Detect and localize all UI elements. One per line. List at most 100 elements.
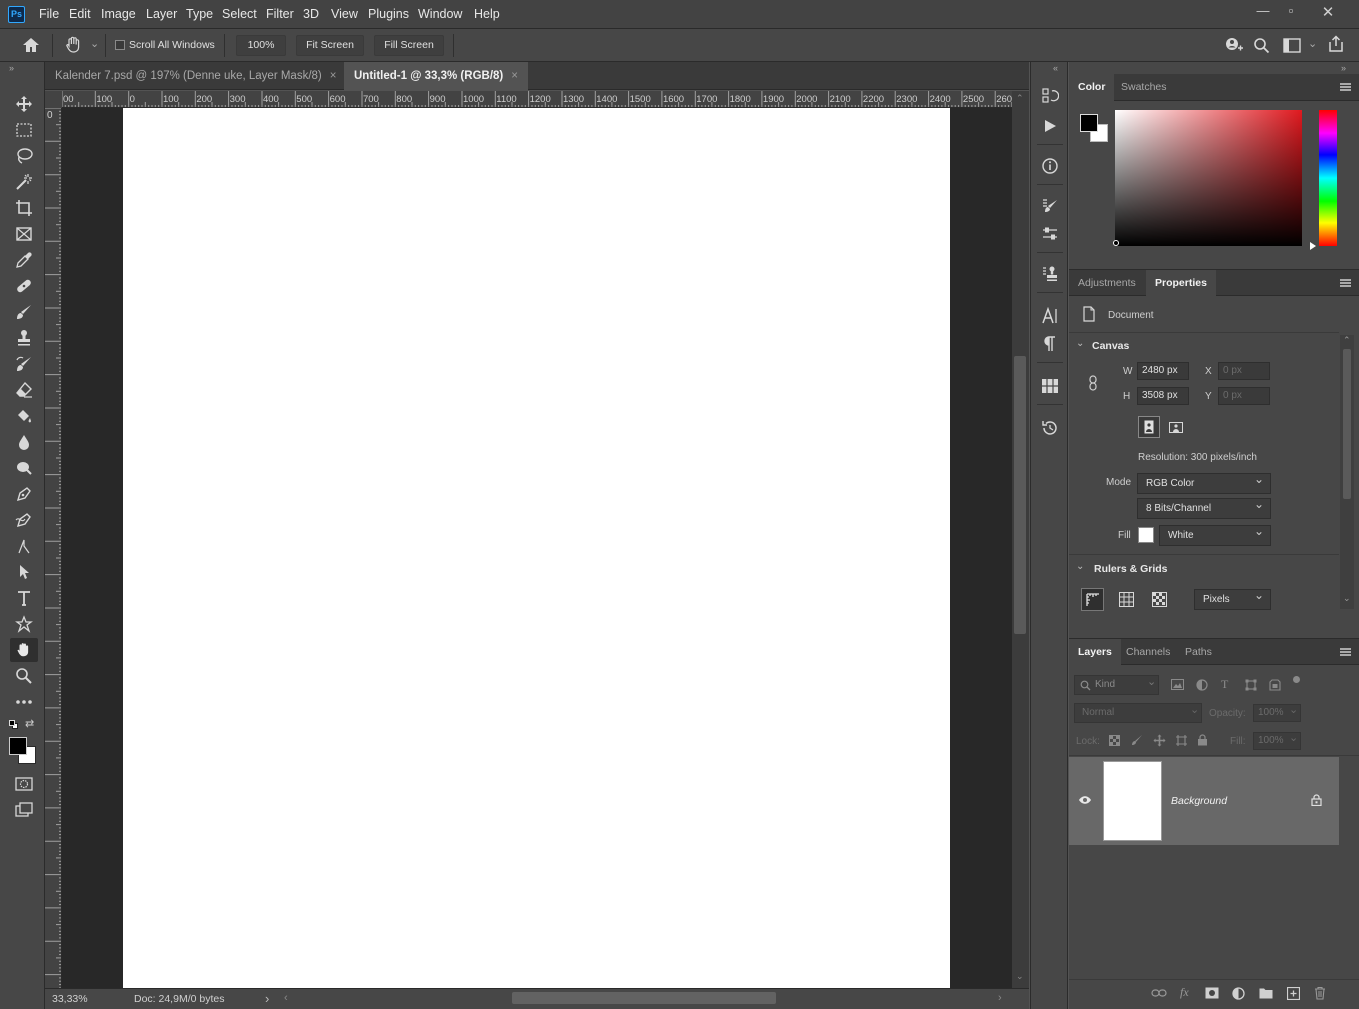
filter-shape-icon[interactable] — [1245, 679, 1257, 694]
hand-tool-icon[interactable] — [10, 638, 38, 662]
panel-menu-icon[interactable] — [1340, 279, 1351, 287]
menu-help[interactable]: Help — [474, 7, 500, 21]
workspace-chevron-down-icon[interactable]: ⌄ — [1308, 37, 1317, 50]
bit-depth-dropdown[interactable]: 8 Bits/Channel — [1137, 495, 1271, 519]
type-tool-icon[interactable] — [10, 586, 38, 610]
eraser-tool-icon[interactable] — [10, 378, 38, 402]
more-tools-icon[interactable] — [10, 690, 38, 714]
toggle-rulers-button[interactable] — [1081, 588, 1104, 611]
tab-adjustments[interactable]: Adjustments — [1069, 270, 1145, 297]
menu-select[interactable]: Select — [222, 7, 257, 21]
canvas-area[interactable] — [62, 108, 1012, 988]
document-canvas[interactable] — [123, 108, 950, 988]
rulers-collapse-chevron-icon[interactable]: ⌄ — [1076, 561, 1084, 572]
layer-filter-dropdown[interactable]: Kind ⌄ — [1074, 675, 1159, 695]
menu-type[interactable]: Type — [186, 7, 213, 21]
default-colors-icon[interactable] — [9, 720, 18, 729]
actions-play-icon[interactable] — [1037, 114, 1063, 138]
delete-layer-trash-icon[interactable] — [1314, 986, 1326, 1003]
canvas-section-header[interactable]: Canvas — [1092, 340, 1129, 352]
saturation-brightness-field[interactable] — [1115, 110, 1302, 246]
color-panel-fg-swatch[interactable] — [1080, 114, 1098, 132]
screen-mode-icon[interactable] — [10, 798, 38, 822]
menu-filter[interactable]: Filter — [266, 7, 294, 21]
fill-opacity-field[interactable]: 100% ⌄ — [1253, 732, 1301, 750]
layer-row[interactable]: Background — [1069, 757, 1339, 845]
status-menu-chevron-icon[interactable]: › — [265, 991, 269, 1006]
opacity-field[interactable]: 100% ⌄ — [1253, 704, 1301, 722]
paragraph-icon[interactable] — [1037, 332, 1063, 356]
foreground-color-swatch[interactable] — [9, 737, 27, 755]
panel-menu-icon[interactable] — [1340, 83, 1351, 91]
hue-slider[interactable] — [1319, 110, 1337, 246]
scrollbar-thumb[interactable] — [1343, 349, 1351, 499]
freeform-pen-tool-icon[interactable] — [10, 508, 38, 532]
fill-screen-button[interactable]: Fill Screen — [374, 35, 444, 56]
menu-file[interactable]: File — [39, 7, 59, 21]
layers-scrollbar[interactable] — [1341, 757, 1355, 1005]
hand-tool-preset-icon[interactable] — [64, 35, 84, 58]
properties-scrollbar[interactable]: ⌃ ⌄ — [1340, 335, 1354, 609]
brush-tool-icon[interactable] — [10, 300, 38, 324]
character-icon[interactable] — [1037, 304, 1063, 328]
clone-stamp-tool-icon[interactable] — [10, 326, 38, 350]
menu-edit[interactable]: Edit — [69, 7, 91, 21]
add-mask-icon[interactable] — [1205, 987, 1219, 1002]
fill-color-swatch[interactable] — [1138, 527, 1154, 543]
menu-view[interactable]: View — [331, 7, 358, 21]
filter-adjustment-icon[interactable] — [1196, 679, 1208, 694]
paint-bucket-tool-icon[interactable] — [10, 404, 38, 428]
zoom-tool-icon[interactable] — [10, 664, 38, 688]
home-icon[interactable] — [22, 37, 40, 56]
new-group-folder-icon[interactable] — [1259, 987, 1273, 1002]
custom-shape-tool-icon[interactable] — [10, 612, 38, 636]
menu-layer[interactable]: Layer — [146, 7, 177, 21]
fill-dropdown[interactable]: White — [1159, 522, 1271, 546]
tab-swatches[interactable]: Swatches — [1112, 74, 1176, 101]
zoom-100-button[interactable]: 100% — [236, 35, 286, 56]
height-field[interactable]: 3508 px — [1137, 387, 1189, 405]
preset-chevron-down-icon[interactable]: ⌄ — [90, 37, 99, 50]
toggle-guides-button[interactable] — [1148, 588, 1171, 611]
dodge-tool-icon[interactable] — [10, 456, 38, 480]
tab-channels[interactable]: Channels — [1117, 639, 1179, 666]
scroll-up-icon[interactable]: ⌃ — [1016, 93, 1024, 104]
collapse-strip-icon[interactable]: « — [1053, 63, 1058, 73]
magic-wand-tool-icon[interactable] — [10, 170, 38, 194]
scroll-down-icon[interactable]: ⌄ — [1343, 593, 1351, 604]
lock-artboard-icon[interactable] — [1175, 734, 1188, 750]
tab-kalender[interactable]: Kalender 7.psd @ 197% (Denne uke, Layer … — [45, 62, 346, 90]
share-icon[interactable] — [1327, 35, 1345, 56]
filter-smart-object-icon[interactable] — [1269, 679, 1281, 694]
brush-settings-icon[interactable] — [1037, 194, 1063, 218]
hue-slider-handle[interactable] — [1310, 242, 1316, 250]
search-icon[interactable] — [1253, 37, 1270, 57]
menu-image[interactable]: Image — [101, 7, 136, 21]
menu-window[interactable]: Window — [418, 7, 462, 21]
fit-screen-button[interactable]: Fit Screen — [296, 35, 364, 56]
filter-toggle-icon[interactable] — [1293, 676, 1300, 683]
path-selection-tool-icon[interactable] — [10, 534, 38, 558]
new-layer-icon[interactable] — [1286, 986, 1301, 1003]
visibility-eye-icon[interactable] — [1078, 795, 1092, 808]
tab-color[interactable]: Color — [1069, 74, 1115, 101]
direct-selection-tool-icon[interactable] — [10, 560, 38, 584]
link-layers-icon[interactable] — [1151, 988, 1167, 1001]
ruler-units-dropdown[interactable]: Pixels — [1194, 586, 1271, 610]
lock-transparency-icon[interactable] — [1109, 735, 1120, 749]
scrollbar-thumb[interactable] — [1014, 356, 1026, 634]
horizontal-ruler[interactable]: 00 100 0 100 200 300 400 500 600 700 800 900 1000 110… — [62, 91, 1012, 108]
color-picker-handle[interactable] — [1113, 240, 1119, 246]
scroll-left-icon[interactable]: ‹ — [284, 992, 288, 1004]
info-icon[interactable] — [1037, 154, 1063, 178]
history-states-icon[interactable] — [1037, 416, 1063, 440]
fill-opacity-chevron-icon[interactable]: ⌄ — [1289, 731, 1298, 744]
filter-type-icon[interactable]: T — [1221, 677, 1228, 692]
close-tab-icon[interactable]: × — [330, 70, 337, 82]
horizontal-scrollbar-thumb[interactable] — [512, 992, 776, 1004]
layer-thumbnail[interactable] — [1103, 761, 1162, 841]
eyedropper-tool-icon[interactable] — [10, 248, 38, 272]
panel-menu-icon[interactable] — [1340, 648, 1351, 656]
history-brush-tool-icon[interactable] — [10, 352, 38, 376]
vertical-scrollbar[interactable]: ⌃ ⌄ — [1012, 91, 1029, 988]
